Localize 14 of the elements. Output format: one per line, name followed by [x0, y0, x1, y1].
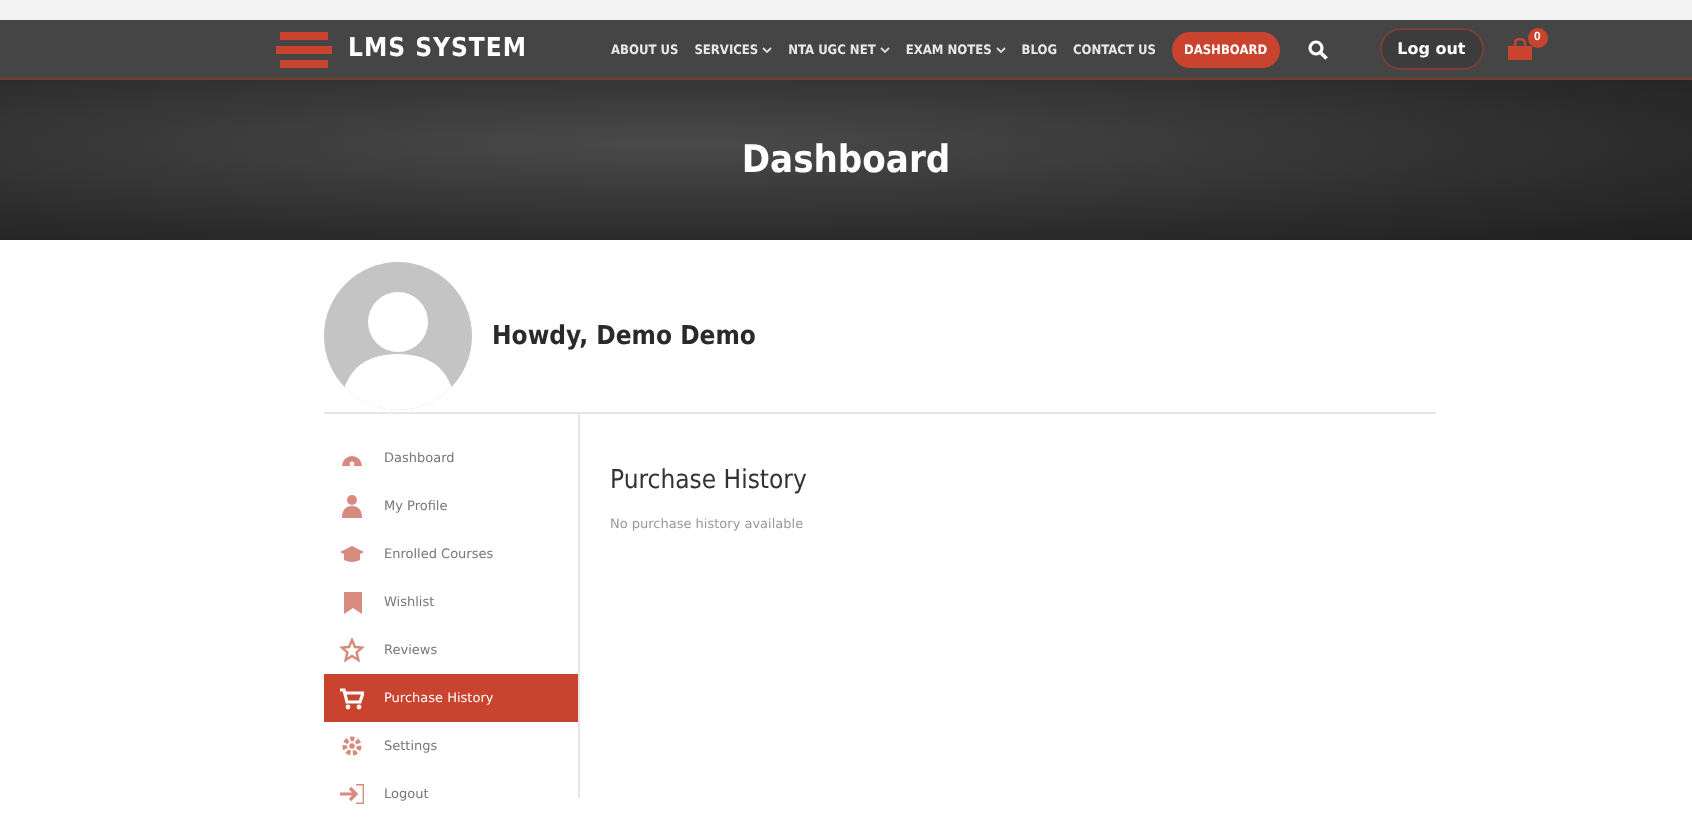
sign-out-icon — [340, 784, 364, 804]
graduation-cap-icon — [340, 544, 364, 564]
logout-button[interactable]: Log out — [1379, 28, 1484, 70]
logo-icon — [276, 31, 332, 67]
user-icon — [340, 494, 364, 518]
star-icon — [340, 638, 364, 662]
search-icon[interactable] — [1307, 39, 1328, 59]
gear-icon — [340, 734, 364, 758]
greeting-text: Howdy, Demo Demo — [492, 321, 756, 351]
section-title: Purchase History — [610, 466, 807, 496]
page-title: Dashboard — [741, 138, 951, 182]
site-logo-text[interactable]: LMS SYSTEM — [348, 34, 528, 64]
bookmark-icon — [340, 591, 364, 613]
cart-icon — [340, 687, 364, 709]
